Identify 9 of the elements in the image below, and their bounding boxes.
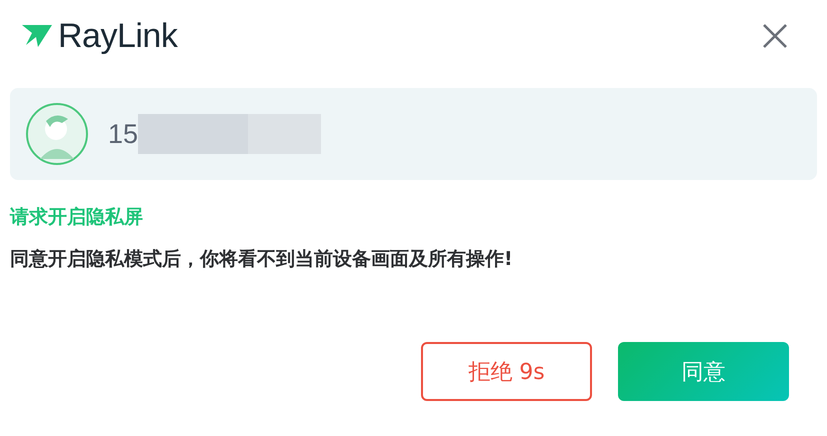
- logo-icon: [20, 23, 54, 49]
- agree-button[interactable]: 同意: [618, 342, 789, 401]
- dialog-title: 请求开启隐私屏: [10, 205, 144, 230]
- phone-number: 15: [108, 118, 138, 150]
- brand-logo-text: RayLink: [58, 16, 178, 56]
- close-icon[interactable]: [761, 22, 789, 50]
- avatar-icon: [26, 103, 88, 165]
- refuse-button[interactable]: 拒绝 9s: [421, 342, 592, 401]
- dialog-message: 同意开启隐私模式后，你将看不到当前设备画面及所有操作!: [10, 247, 514, 272]
